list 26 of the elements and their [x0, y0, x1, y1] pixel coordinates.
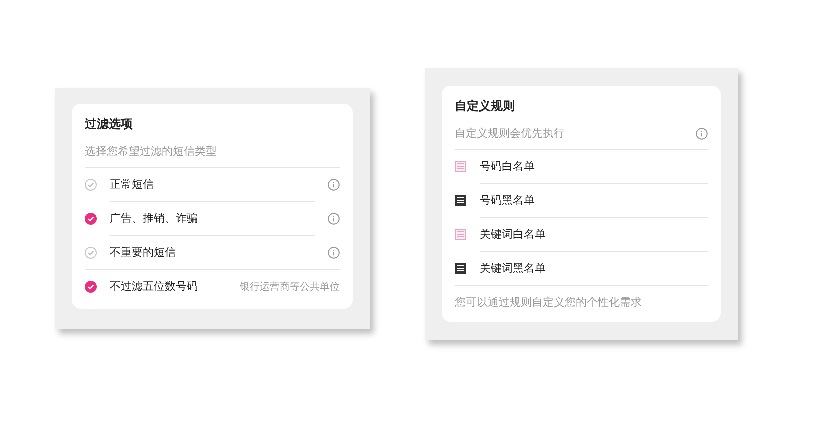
- option-label[interactable]: 广告、推销、诈骗: [110, 211, 328, 226]
- rule-item[interactable]: 号码黑名单: [480, 193, 708, 208]
- list-icon: [455, 229, 466, 240]
- option-label[interactable]: 不过滤五位数号码: [110, 279, 240, 294]
- list-icon: [455, 161, 466, 172]
- check-icon[interactable]: [85, 246, 97, 258]
- info-icon[interactable]: [328, 212, 340, 224]
- card-subtitle: 自定义规则会优先执行: [455, 126, 565, 141]
- list-icon: [455, 263, 466, 274]
- rule-item[interactable]: 号码白名单: [480, 159, 708, 174]
- info-icon[interactable]: [328, 246, 340, 258]
- option-note: 银行运营商等公共单位: [240, 280, 340, 294]
- option-label[interactable]: 正常短信: [110, 177, 328, 192]
- card-footer: 您可以通过规则自定义您的个性化需求: [455, 286, 708, 316]
- card-subtitle: 选择您希望过滤的短信类型: [85, 144, 217, 159]
- card-title: 自定义规则: [455, 98, 516, 115]
- check-icon[interactable]: [85, 178, 97, 190]
- info-icon[interactable]: [328, 178, 340, 190]
- list-icon: [455, 195, 466, 206]
- check-icon[interactable]: [85, 280, 97, 292]
- card-title: 过滤选项: [85, 116, 134, 133]
- rule-item[interactable]: 关键词白名单: [480, 227, 708, 242]
- info-icon[interactable]: [696, 128, 708, 140]
- rule-item[interactable]: 关键词黑名单: [480, 261, 708, 276]
- option-label[interactable]: 不重要的短信: [110, 245, 328, 260]
- check-icon[interactable]: [85, 212, 97, 224]
